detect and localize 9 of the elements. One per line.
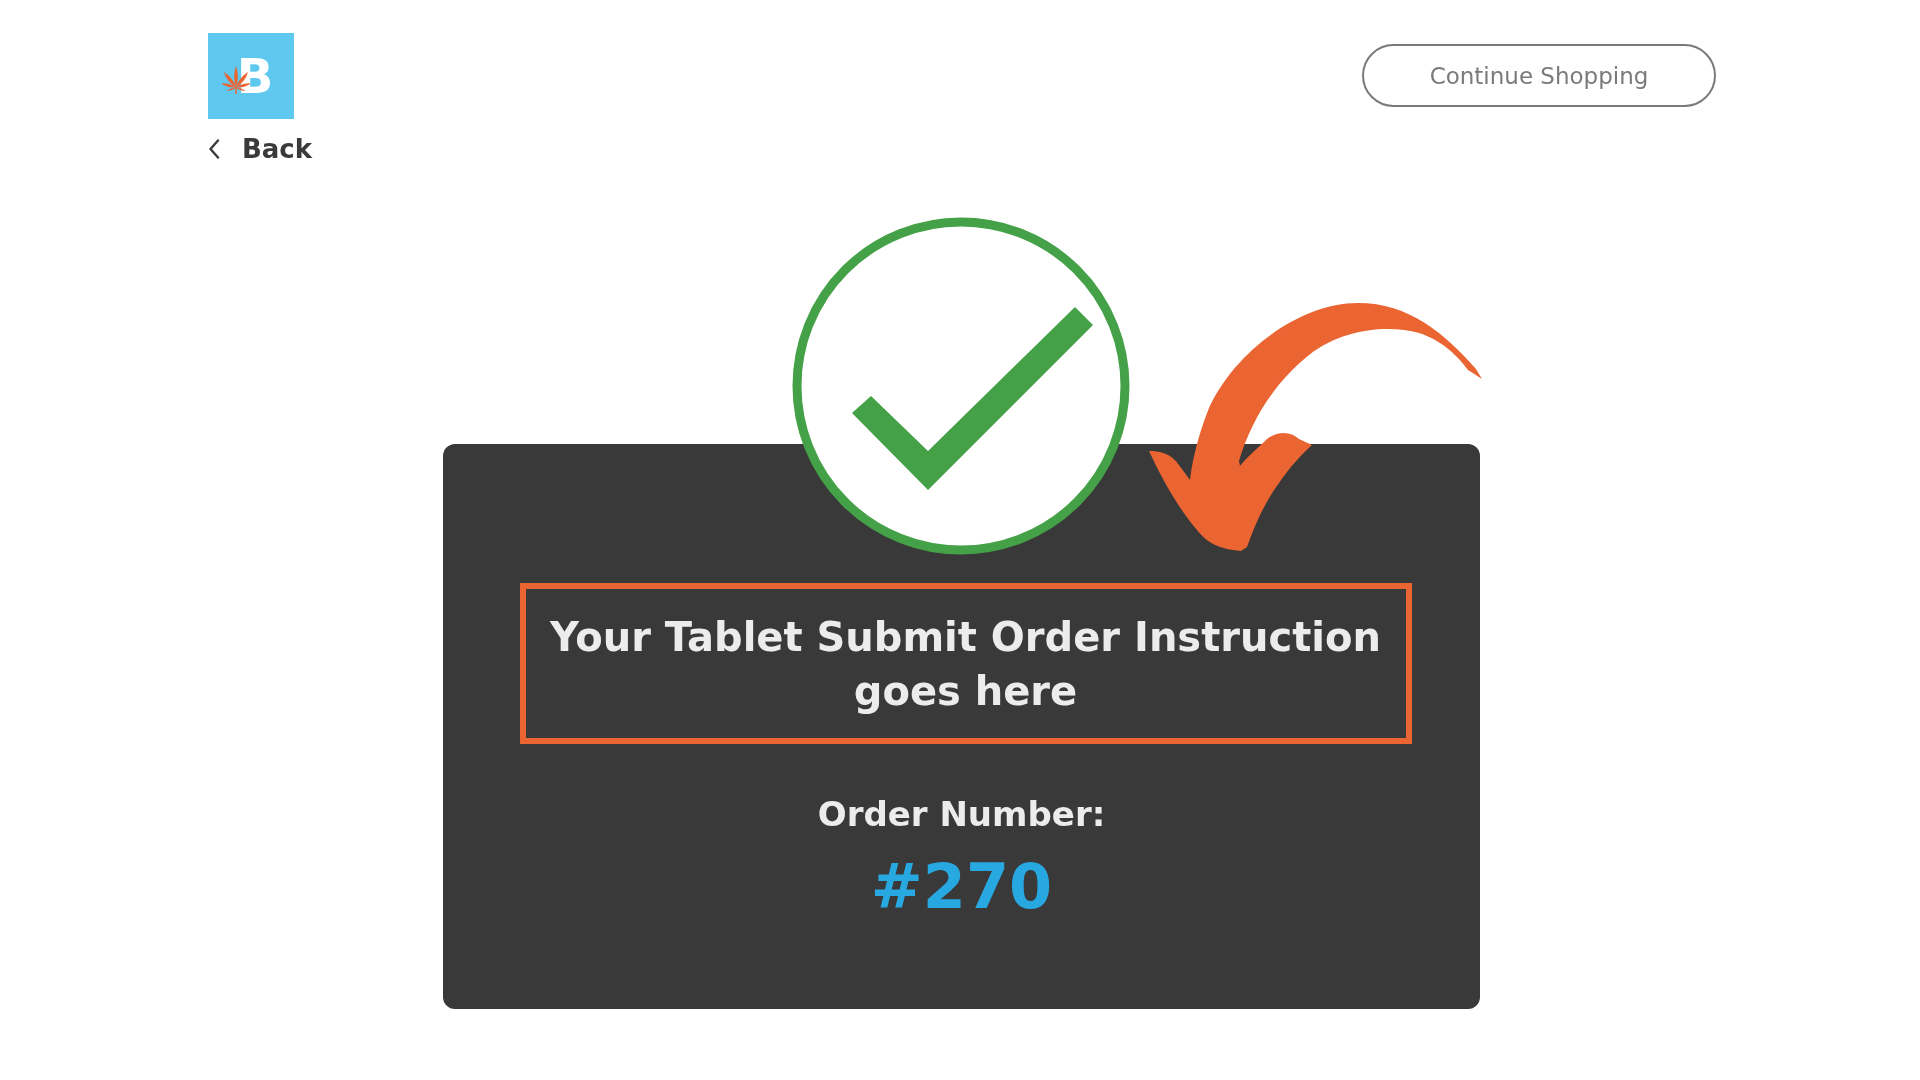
instruction-text: Your Tablet Submit Order Instruction goes here (548, 612, 1382, 716)
check-circle-icon (792, 217, 1130, 555)
logo-letter: B (236, 52, 274, 100)
order-number-label: Order Number: (817, 794, 1106, 834)
order-number: #270 (870, 849, 1053, 925)
curved-arrow-icon (1149, 303, 1484, 552)
chevron-left-icon (208, 139, 220, 159)
continue-shopping-button[interactable]: Continue Shopping (1362, 44, 1716, 107)
back-button[interactable]: Back (208, 133, 313, 165)
